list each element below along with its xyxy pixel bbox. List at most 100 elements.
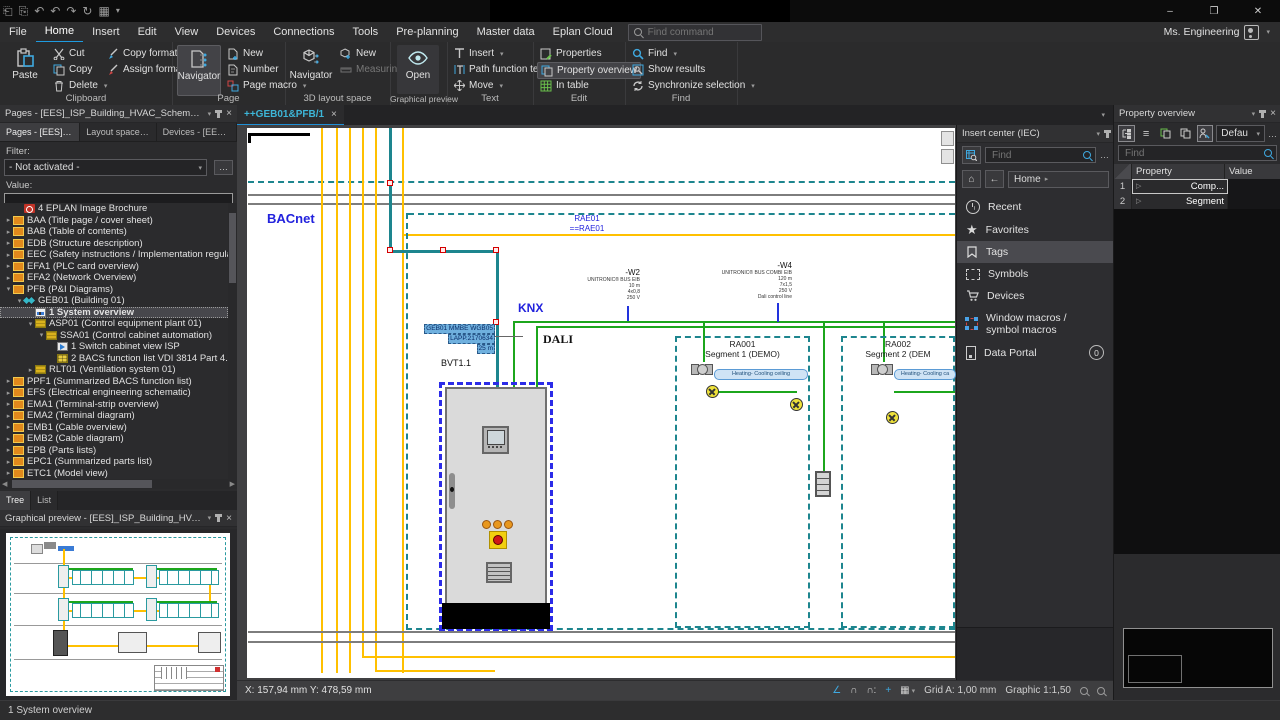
filter-more-button[interactable]: …	[214, 160, 233, 175]
tab-devices[interactable]: Devices - [EES]_ISP...	[157, 123, 237, 141]
home-button[interactable]: ⌂	[962, 170, 981, 188]
cable-w2-label[interactable]: -W2 UNITRONIC® BUS EIB 10 m 4x0,8 250 V	[540, 268, 640, 301]
knx-label[interactable]: KNX	[518, 301, 543, 315]
insert-center-item-favorites[interactable]: ★ Favorites	[957, 219, 1114, 241]
menu-file[interactable]: File	[0, 22, 36, 42]
tree-item-selected[interactable]: 1 System overview	[0, 307, 228, 319]
power-wire[interactable]	[321, 128, 323, 673]
expand-icon[interactable]: ▸	[4, 228, 13, 236]
synchronize-selection-button[interactable]: Synchronize selection▾	[629, 78, 758, 93]
close-icon[interactable]: ×	[226, 108, 232, 119]
canvas-split-button[interactable]	[941, 149, 954, 164]
dali-label[interactable]: DALI	[543, 332, 573, 347]
menu-devices[interactable]: Devices	[207, 22, 264, 42]
pin-icon[interactable]	[217, 514, 220, 522]
property-table-header[interactable]: Property Value	[1114, 164, 1280, 179]
expand-icon[interactable]: ▸	[4, 469, 13, 477]
graphical-preview-open-button[interactable]: Open	[397, 45, 439, 94]
angle-snap-icon[interactable]: ∠	[832, 685, 841, 696]
menu-edit[interactable]: Edit	[129, 22, 166, 42]
control-cabinet[interactable]	[445, 387, 547, 605]
structured-find-button[interactable]	[962, 146, 981, 164]
cable-w4-label[interactable]: -W4 UNITRONIC® BUS COMBI EIB 120 m 7x1,5…	[692, 261, 792, 300]
tabbar-chevron-icon[interactable]: ▾	[1101, 111, 1105, 119]
insert-center-item-tags[interactable]: Tags	[957, 241, 1114, 263]
tree-item[interactable]: ▾GEB01 (Building 01)	[0, 295, 228, 307]
collapse-icon[interactable]: ▾	[37, 331, 46, 339]
tree-item[interactable]: ▸EMB2 (Cable diagram)	[0, 433, 228, 445]
cabinet-name-label[interactable]: BVT1.1	[441, 358, 471, 368]
copy-properties-button[interactable]	[1157, 125, 1174, 142]
expand-icon[interactable]: ▷	[1136, 179, 1141, 194]
tree-item[interactable]: 2 BACS function list VDI 3814 Part 4.3	[0, 353, 228, 365]
insert-center-item-devices[interactable]: Devices	[957, 285, 1114, 307]
tree-horizontal-scrollbar[interactable]: ◀▶	[0, 479, 237, 489]
object-snap-alt-icon[interactable]: ∩:	[866, 685, 876, 696]
selection-handle[interactable]	[387, 180, 393, 186]
ra002-label[interactable]: RA002Segment 2 (DEM	[843, 339, 953, 359]
maximize-button[interactable]: ❐	[1192, 0, 1236, 22]
tab-layout-space[interactable]: Layout space - [EE...	[80, 123, 156, 141]
paste-properties-button[interactable]	[1177, 125, 1194, 142]
tree-item[interactable]: ▾SSA01 (Control cabinet automation)	[0, 330, 228, 342]
pages-panel-header[interactable]: Pages - [EES]_ISP_Building_HVAC_Schemati…	[0, 105, 237, 123]
power-wire[interactable]	[375, 670, 495, 672]
expand-icon[interactable]: ▸	[4, 239, 13, 247]
expand-icon[interactable]: ▸	[4, 262, 13, 270]
scheme-more-button[interactable]: …	[1268, 129, 1277, 139]
expand-icon[interactable]: ▸	[4, 412, 13, 420]
property-find-input[interactable]	[1123, 147, 1260, 160]
find-command-input[interactable]	[646, 26, 756, 39]
grid-size-label[interactable]: Grid A: 1,00 mm	[924, 685, 996, 696]
tab-list[interactable]: List	[31, 491, 58, 510]
tree-item[interactable]: ▸RLT01 (Ventilation system 01)	[0, 364, 228, 376]
property-overview-header[interactable]: Property overview ▾ ×	[1114, 105, 1280, 123]
expand-icon[interactable]: ▸	[26, 366, 35, 374]
pin-icon[interactable]	[217, 110, 220, 118]
insert-center-search[interactable]	[985, 147, 1096, 163]
in-table-button[interactable]: In table	[537, 78, 592, 93]
tree-item[interactable]: ▸EMA1 (Terminal-strip overview)	[0, 399, 228, 411]
search-more-button[interactable]: …	[1100, 150, 1109, 160]
panel-menu-icon[interactable]: ▾	[1252, 110, 1256, 118]
move-crosshair-icon[interactable]: +	[885, 685, 891, 696]
heating-cooling-bar[interactable]: Heating- Cooling ca	[894, 369, 956, 380]
minimize-button[interactable]: –	[1148, 0, 1192, 22]
tree-item[interactable]: ▸ETC1 (Model view)	[0, 468, 228, 480]
expand-icon[interactable]: ▸	[4, 435, 13, 443]
insert-center-item-symbols[interactable]: Symbols	[957, 263, 1114, 285]
expand-icon[interactable]: ▸	[4, 446, 13, 454]
scheme-dropdown[interactable]: Defau ▾	[1216, 125, 1265, 142]
collapse-icon[interactable]: ▾	[4, 285, 13, 293]
tree-item[interactable]: ▸EMA2 (Terminal diagram)	[0, 410, 228, 422]
insert-center-header[interactable]: Insert center (IEC) ▾	[957, 125, 1114, 143]
menu-tools[interactable]: Tools	[344, 22, 388, 42]
layout-navigator-button[interactable]: Navigator	[290, 45, 332, 94]
delete-button[interactable]: Delete▾	[50, 78, 110, 93]
close-icon[interactable]: ×	[226, 513, 232, 524]
menu-connections[interactable]: Connections	[264, 22, 343, 42]
column-property[interactable]: Property	[1132, 164, 1225, 179]
valve-symbol[interactable]	[691, 361, 713, 376]
text-move-button[interactable]: Move▾	[451, 78, 506, 93]
insert-center-item-recent[interactable]: Recent	[957, 195, 1114, 219]
document-tab[interactable]: ++GEB01&PFB/1 ×	[237, 105, 344, 126]
breadcrumb[interactable]: Home ▸	[1008, 171, 1109, 188]
table-close-icon[interactable]: ▦	[98, 0, 109, 22]
bacnet-label[interactable]: BACnet	[267, 211, 315, 226]
tab-close-icon[interactable]: ×	[331, 109, 337, 120]
find-button[interactable]: Find▾	[629, 46, 680, 61]
dali-device-symbol[interactable]	[790, 398, 803, 411]
property-row[interactable]: 2 ▷Segment	[1114, 194, 1280, 209]
insert-center-item-window-macros[interactable]: Window macros / symbol macros	[957, 307, 1114, 341]
ra001-label[interactable]: RA001Segment 1 (DEMO)	[677, 339, 808, 359]
selected-cable-tag[interactable]: GEB01 MMBE WGB05 LAPP.2170634 25 m	[395, 324, 495, 354]
tree-item[interactable]: ▾PFB (P&I Diagrams)	[0, 284, 228, 296]
zoom-out-icon[interactable]	[1080, 687, 1088, 695]
properties-button[interactable]: Properties	[537, 46, 605, 61]
graphic-scale-label[interactable]: Graphic 1:1,50	[1005, 685, 1071, 696]
page-navigator-button[interactable]: Navigator	[177, 45, 221, 96]
expand-icon[interactable]: ▷	[1136, 194, 1141, 209]
filter-dropdown[interactable]: - Not activated - ▾	[4, 159, 207, 176]
pin-icon[interactable]	[1106, 130, 1109, 138]
